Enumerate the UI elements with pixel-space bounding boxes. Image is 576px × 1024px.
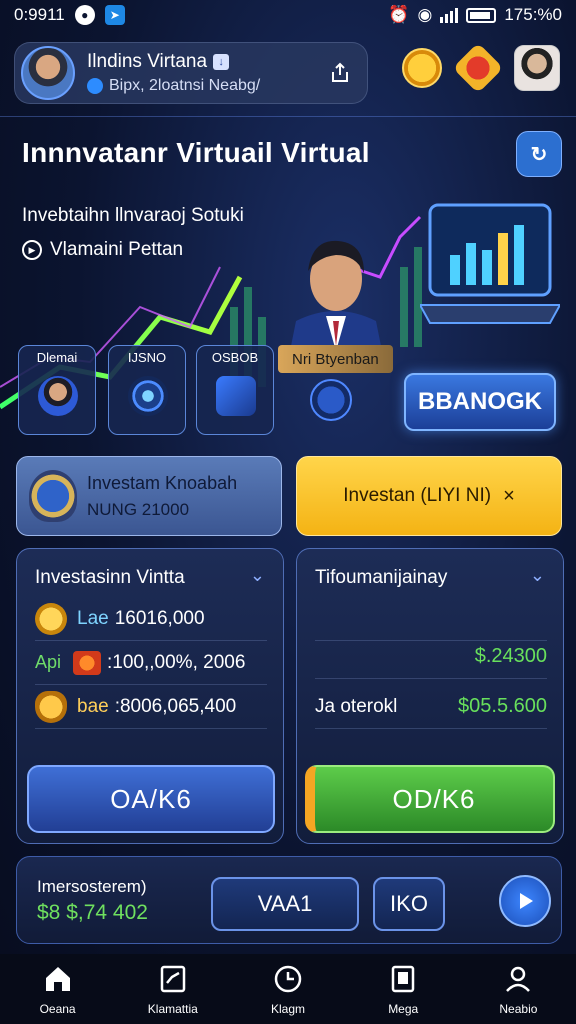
hero-play-link[interactable]: ▶ Vlamaini Pettan (22, 239, 183, 261)
balance-button-primary[interactable]: VAA1 (211, 877, 359, 931)
user-icon (501, 962, 535, 996)
profile-name: Ilndins Virtana (87, 51, 208, 72)
chevron-down-icon[interactable]: ⌄ (250, 565, 265, 586)
book-icon (386, 962, 420, 996)
balance-value: $8 $,74 402 (37, 901, 148, 924)
target-icon (128, 376, 168, 416)
nav-label: Klagm (271, 1002, 306, 1016)
balance-button-secondary[interactable]: IKO (373, 877, 445, 931)
battery-icon (466, 7, 497, 23)
invest-knowledge-button[interactable]: Investam Knoabah NUNG 21000 (16, 456, 282, 536)
balance-bar: Imersosterem) $8 $,74 402 VAA1 IKO (16, 856, 562, 944)
invest-left-title: Investam Knoabah (87, 472, 238, 493)
nav-item-home[interactable]: Oeana (0, 954, 115, 1024)
hero-play-label: Vlamaini Pettan (50, 239, 184, 260)
nav-item-tasks[interactable]: Klamattia (115, 954, 230, 1024)
amount-value: $.24300 (474, 645, 547, 667)
list-item[interactable]: Api :100,,00%, 2006 (35, 641, 267, 685)
profile-avatar[interactable] (21, 46, 75, 100)
shield-coin-icon (35, 602, 67, 635)
invest-left-subtitle: NUNG 21000 (87, 499, 190, 519)
invest-right-label: Investan (LIYI NI) (343, 485, 492, 506)
wifi-icon: ◉ (417, 5, 433, 24)
balance-label: Imersosterem) (37, 877, 147, 896)
battery-percent: 175:%0 (504, 5, 562, 24)
row-prefix: Api (35, 652, 62, 672)
panel-title: Tifoumanijainay (315, 567, 448, 588)
panel-left-button[interactable]: OA/K6 (27, 765, 275, 833)
laptop-chart-icon (420, 203, 560, 324)
promo-tag: Nri Btyenban (278, 345, 393, 373)
home-icon (41, 962, 75, 996)
shield-badge-icon (29, 470, 77, 522)
play-button[interactable] (499, 875, 551, 927)
clock-icon (271, 962, 305, 996)
row-prefix: bae (77, 695, 109, 717)
reward-badge-icon[interactable] (452, 42, 504, 94)
close-icon[interactable]: × (503, 485, 515, 508)
nav-label: Oeana (39, 1002, 76, 1016)
list-item[interactable]: $.24300 (315, 635, 547, 679)
row-value: :8006,065,400 (114, 695, 237, 717)
shield-gold-icon (35, 690, 67, 723)
panel-right-button[interactable]: OD/K6 (305, 765, 555, 833)
nav-item-history[interactable]: Klagm (230, 954, 345, 1024)
feature-tile-security[interactable]: OSBOB (196, 345, 274, 435)
signal-icon (440, 7, 459, 23)
list-item[interactable]: Lae 16016,000 (35, 597, 267, 641)
alarm-icon: ⏰ (388, 5, 410, 24)
medal-icon[interactable] (402, 48, 442, 88)
hero-title: Innnvatanr Virtuail Virtual (22, 137, 370, 168)
hero-cta-button[interactable]: BBANOGK (404, 373, 556, 431)
row-value: :100,,00%, 2006 (107, 651, 246, 673)
nav-label: Mega (388, 1002, 419, 1016)
investment-panel: Investasinn Vintta ⌄ Lae 16016,000 Api :… (16, 548, 284, 844)
play-icon: ▶ (22, 240, 42, 260)
row-prefix: Lae (77, 607, 109, 629)
nav-item-profile[interactable]: Neabio (461, 954, 576, 1024)
panel-title: Investasinn Vintta (35, 567, 185, 588)
lock-document-icon (216, 376, 256, 416)
feature-tile-label: Dlemai (36, 350, 78, 365)
list-item[interactable]: bae :8006,065,400 (35, 685, 267, 729)
profile-subtitle: Bipx, 2loatnsi Neabg/ (109, 77, 261, 94)
transaction-panel: Tifoumanijainay ⌄ $.24300 Ja oterokl $05… (296, 548, 564, 844)
amount-value: $05.5.600 (458, 695, 547, 717)
feature-tile-profile[interactable]: Dlemai (18, 345, 96, 435)
status-bar: 0:9911 ● ➤ ⏰ ◉ 175:%0 (0, 0, 576, 30)
play-icon (520, 893, 533, 909)
check-circle-icon (87, 78, 103, 94)
list-item[interactable]: Ja oterokl $05.5.600 (315, 685, 547, 729)
invest-action-button[interactable]: Investan (LIYI NI) × (296, 456, 562, 536)
refresh-button[interactable]: ↻ (516, 131, 562, 177)
shield-icon (310, 379, 352, 421)
person-icon (38, 376, 78, 416)
nav-label: Neabio (499, 1002, 538, 1016)
hero-subtitle: Invebtaihn llnvaraoj Sotuki (22, 205, 244, 226)
verified-icon: ↓ (213, 54, 230, 70)
user-avatar[interactable] (514, 45, 560, 91)
crown-icon (73, 650, 101, 675)
feature-tile-label: IJSNO (127, 350, 167, 365)
chevron-down-icon[interactable]: ⌄ (530, 565, 545, 586)
nav-item-library[interactable]: Mega (346, 954, 461, 1024)
row-value: 16016,000 (114, 607, 205, 629)
bottom-navigation: Oeana Klamattia Klagm Mega Neabio (0, 954, 576, 1024)
nav-label: Klamattia (147, 1002, 198, 1016)
status-time: 0:9911 (14, 5, 65, 24)
hero-banner: Innnvatanr Virtuail Virtual ↻ Invebtaihn… (0, 116, 576, 446)
share-icon[interactable] (325, 58, 355, 88)
feature-tile-target[interactable]: IJSNO (108, 345, 186, 435)
checklist-icon (156, 962, 190, 996)
profile-card[interactable]: Ilndins Virtana ↓ Bipx, 2loatnsi Neabg/ (14, 42, 368, 104)
app-notification-icon: ➤ (104, 5, 125, 25)
row-label: Ja oterokl (315, 695, 398, 717)
feature-tile-label: OSBOB (211, 350, 259, 365)
notification-icon: ● (74, 5, 95, 25)
